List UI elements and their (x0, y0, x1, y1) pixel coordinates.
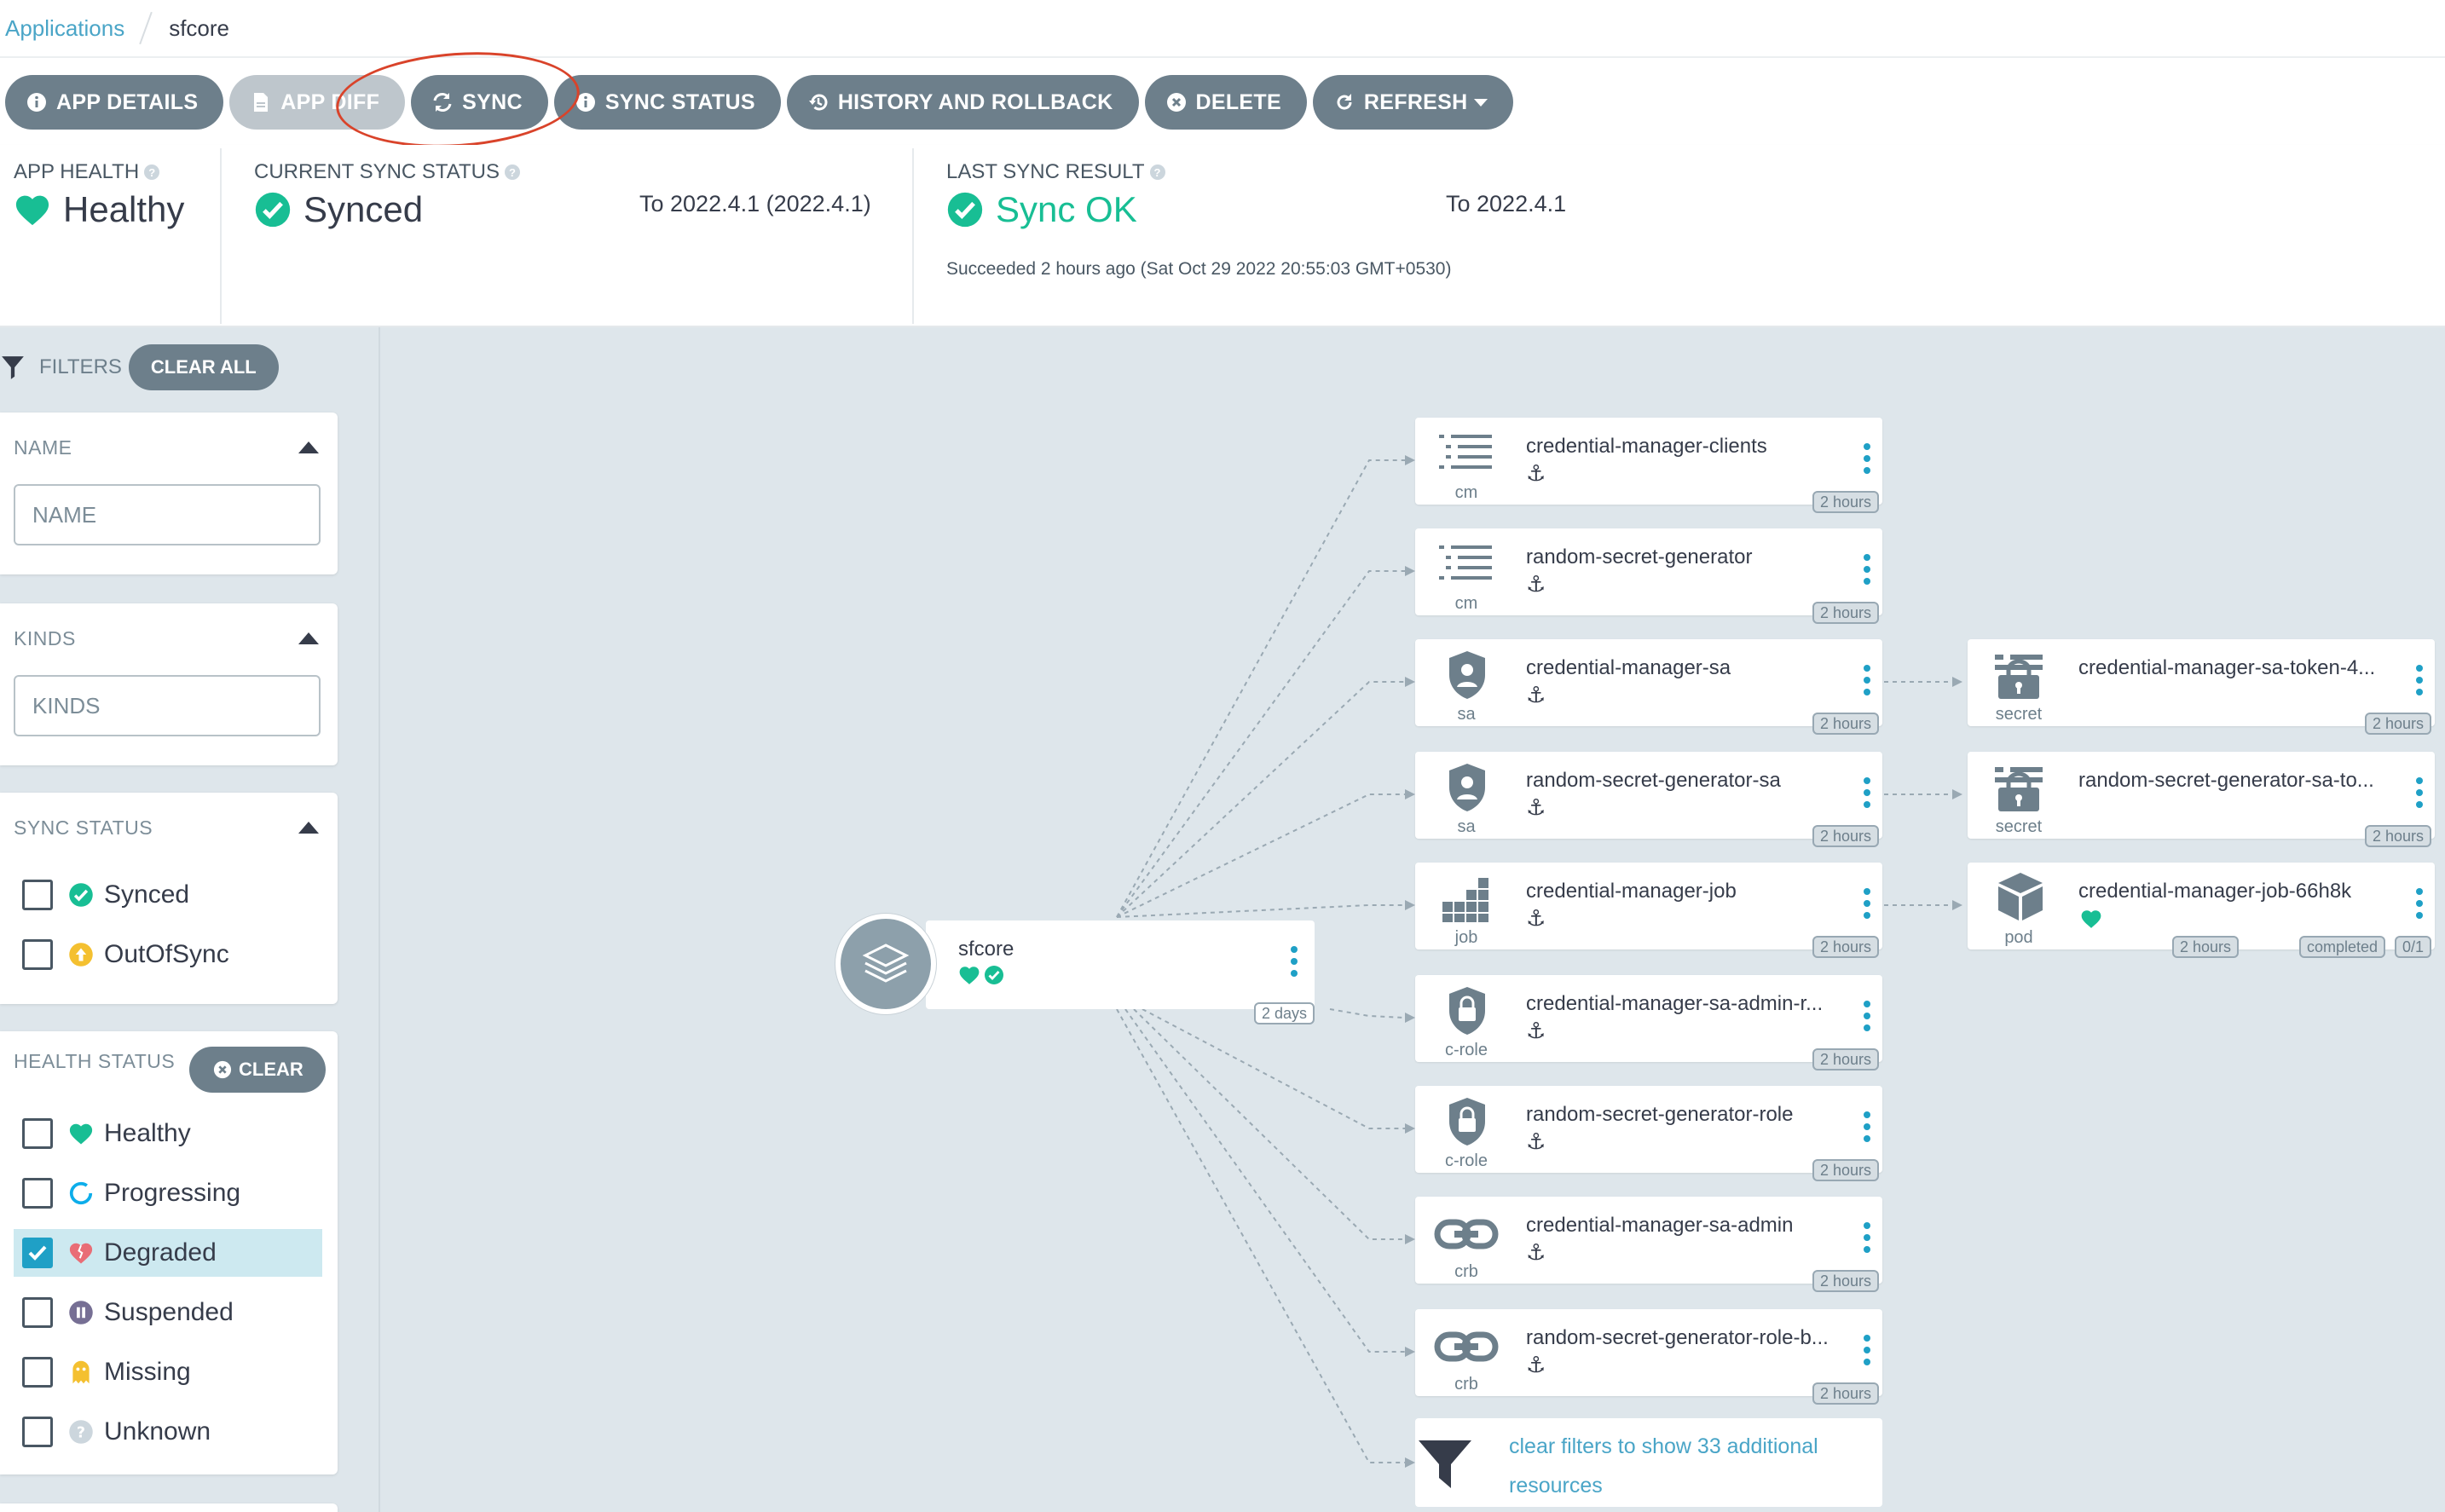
age-tag: 2 hours (1812, 713, 1879, 735)
more-options-icon[interactable] (2416, 888, 2423, 924)
age-tag: 2 hours (2171, 936, 2239, 958)
resource-node[interactable]: sa random-secret-generator-sa ⚓ 2 hours (1415, 752, 1882, 847)
more-options-icon[interactable] (1864, 554, 1870, 590)
more-options-icon[interactable] (1864, 1001, 1870, 1036)
resource-name: credential-manager-sa (1526, 656, 1731, 679)
anchor-icon: ⚓ (1526, 794, 1546, 820)
resource-node[interactable]: pod credential-manager-job-66h8k 2 hours… (1968, 863, 2435, 958)
root-app-card[interactable]: sfcore 2 days (926, 920, 1315, 1024)
filter-icon (1419, 1440, 1471, 1488)
age-tag: 2 hours (1812, 602, 1879, 624)
age-tag: 2 days (1253, 1002, 1315, 1024)
pod-cube-icon (1998, 873, 2043, 920)
secret-icon (1995, 655, 2043, 699)
resource-name: credential-manager-sa-token-4... (2078, 656, 2376, 679)
resource-name: random-secret-generator-sa (1526, 769, 1781, 792)
configmap-icon (1439, 435, 1492, 469)
anchor-icon: ⚓ (1526, 1128, 1546, 1154)
resource-kind: secret (1995, 817, 2043, 836)
anchor-icon: ⚓ (1526, 682, 1546, 707)
age-tag: 2 hours (1812, 1382, 1879, 1405)
resource-kind: sa (1457, 817, 1476, 836)
resource-kind: crb (1454, 1375, 1478, 1394)
resource-name: random-secret-generator-role-b... (1526, 1326, 1829, 1349)
heart-icon (959, 967, 980, 984)
resource-kind: c-role (1444, 1151, 1488, 1170)
more-options-icon[interactable] (1291, 946, 1298, 982)
age-tag: 2 hours (1812, 1270, 1879, 1292)
resource-kind: secret (1995, 705, 2043, 724)
resource-node[interactable]: cm random-secret-generator ⚓ 2 hours (1415, 528, 1882, 624)
clear-filters-link[interactable]: clear filters to show 33 additional reso… (1509, 1427, 1867, 1505)
resource-node[interactable]: crb credential-manager-sa-admin ⚓ 2 hour… (1415, 1197, 1882, 1292)
resource-name: credential-manager-job-66h8k (2078, 880, 2352, 903)
resource-kind: crb (1454, 1262, 1478, 1281)
resource-name: credential-manager-clients (1526, 435, 1767, 458)
resource-kind: sa (1457, 705, 1476, 724)
heart-icon (2081, 910, 2101, 928)
resource-kind: job (1454, 928, 1478, 947)
cluster-role-icon (1449, 987, 1485, 1035)
resource-node[interactable]: sa credential-manager-sa ⚓ 2 hours (1415, 639, 1882, 735)
resource-node[interactable]: c-role random-secret-generator-role ⚓ 2 … (1415, 1086, 1882, 1181)
count-tag: 0/1 (2394, 936, 2431, 958)
more-options-icon[interactable] (1864, 665, 1870, 701)
more-options-icon[interactable] (1864, 1111, 1870, 1147)
state-tag: completed (2298, 936, 2385, 958)
more-options-icon[interactable] (1864, 777, 1870, 813)
age-tag: 2 hours (1812, 936, 1879, 958)
link-icon (1434, 1219, 1499, 1249)
cluster-role-icon (1449, 1098, 1485, 1146)
more-options-icon[interactable] (1864, 1335, 1870, 1371)
anchor-icon: ⚓ (1526, 571, 1546, 597)
resource-name: random-secret-generator-sa-to... (2078, 769, 2374, 792)
more-options-icon[interactable] (1864, 1222, 1870, 1258)
link-icon (1434, 1331, 1499, 1362)
service-account-icon (1449, 651, 1485, 699)
age-tag: 2 hours (1812, 1159, 1879, 1181)
resource-kind: cm (1454, 594, 1478, 613)
anchor-icon: ⚓ (1526, 460, 1546, 486)
resource-node[interactable]: secret credential-manager-sa-token-4... … (1968, 639, 2435, 735)
anchor-icon: ⚓ (1526, 905, 1546, 931)
check-circle-icon (985, 966, 1003, 984)
resource-node[interactable]: cm credential-manager-clients ⚓ 2 hours (1415, 418, 1882, 513)
resource-kind: c-role (1444, 1041, 1488, 1059)
resource-node[interactable]: c-role credential-manager-sa-admin-r... … (1415, 975, 1882, 1071)
application-layers-icon (835, 914, 936, 1014)
clear-filters-node[interactable]: clear filters to show 33 additional reso… (1415, 1418, 1882, 1507)
resource-kind: pod (2004, 928, 2033, 947)
resource-node[interactable]: secret random-secret-generator-sa-to... … (1968, 752, 2435, 847)
anchor-icon: ⚓ (1526, 1018, 1546, 1043)
resource-node[interactable]: job credential-manager-job ⚓ 2 hours (1415, 863, 1882, 958)
age-tag: 2 hours (2364, 825, 2431, 847)
more-options-icon[interactable] (2416, 777, 2423, 813)
resource-kind: cm (1454, 483, 1478, 502)
age-tag: 2 hours (1812, 1048, 1879, 1071)
resource-name: random-secret-generator-role (1526, 1103, 1794, 1126)
resource-name: credential-manager-sa-admin-r... (1526, 992, 1824, 1015)
anchor-icon: ⚓ (1526, 1352, 1546, 1377)
resource-name: credential-manager-job (1526, 880, 1737, 903)
resource-name: credential-manager-sa-admin (1526, 1214, 1794, 1237)
age-tag: 2 hours (1812, 825, 1879, 847)
resource-name: random-secret-generator (1526, 545, 1753, 568)
service-account-icon (1449, 764, 1485, 811)
resource-node[interactable]: crb random-secret-generator-role-b... ⚓ … (1415, 1309, 1882, 1405)
more-options-icon[interactable] (1864, 443, 1870, 479)
more-options-icon[interactable] (1864, 888, 1870, 924)
age-tag: 2 hours (2364, 713, 2431, 735)
anchor-icon: ⚓ (1526, 1239, 1546, 1265)
root-app-node[interactable]: sfcore 2 days (835, 914, 1330, 1024)
age-tag: 2 hours (1812, 491, 1879, 513)
secret-icon (1995, 767, 2043, 811)
root-app-status (958, 965, 1004, 985)
more-options-icon[interactable] (2416, 665, 2423, 701)
configmap-icon (1439, 545, 1492, 580)
job-icon (1442, 878, 1488, 922)
root-app-name: sfcore (958, 938, 1014, 961)
